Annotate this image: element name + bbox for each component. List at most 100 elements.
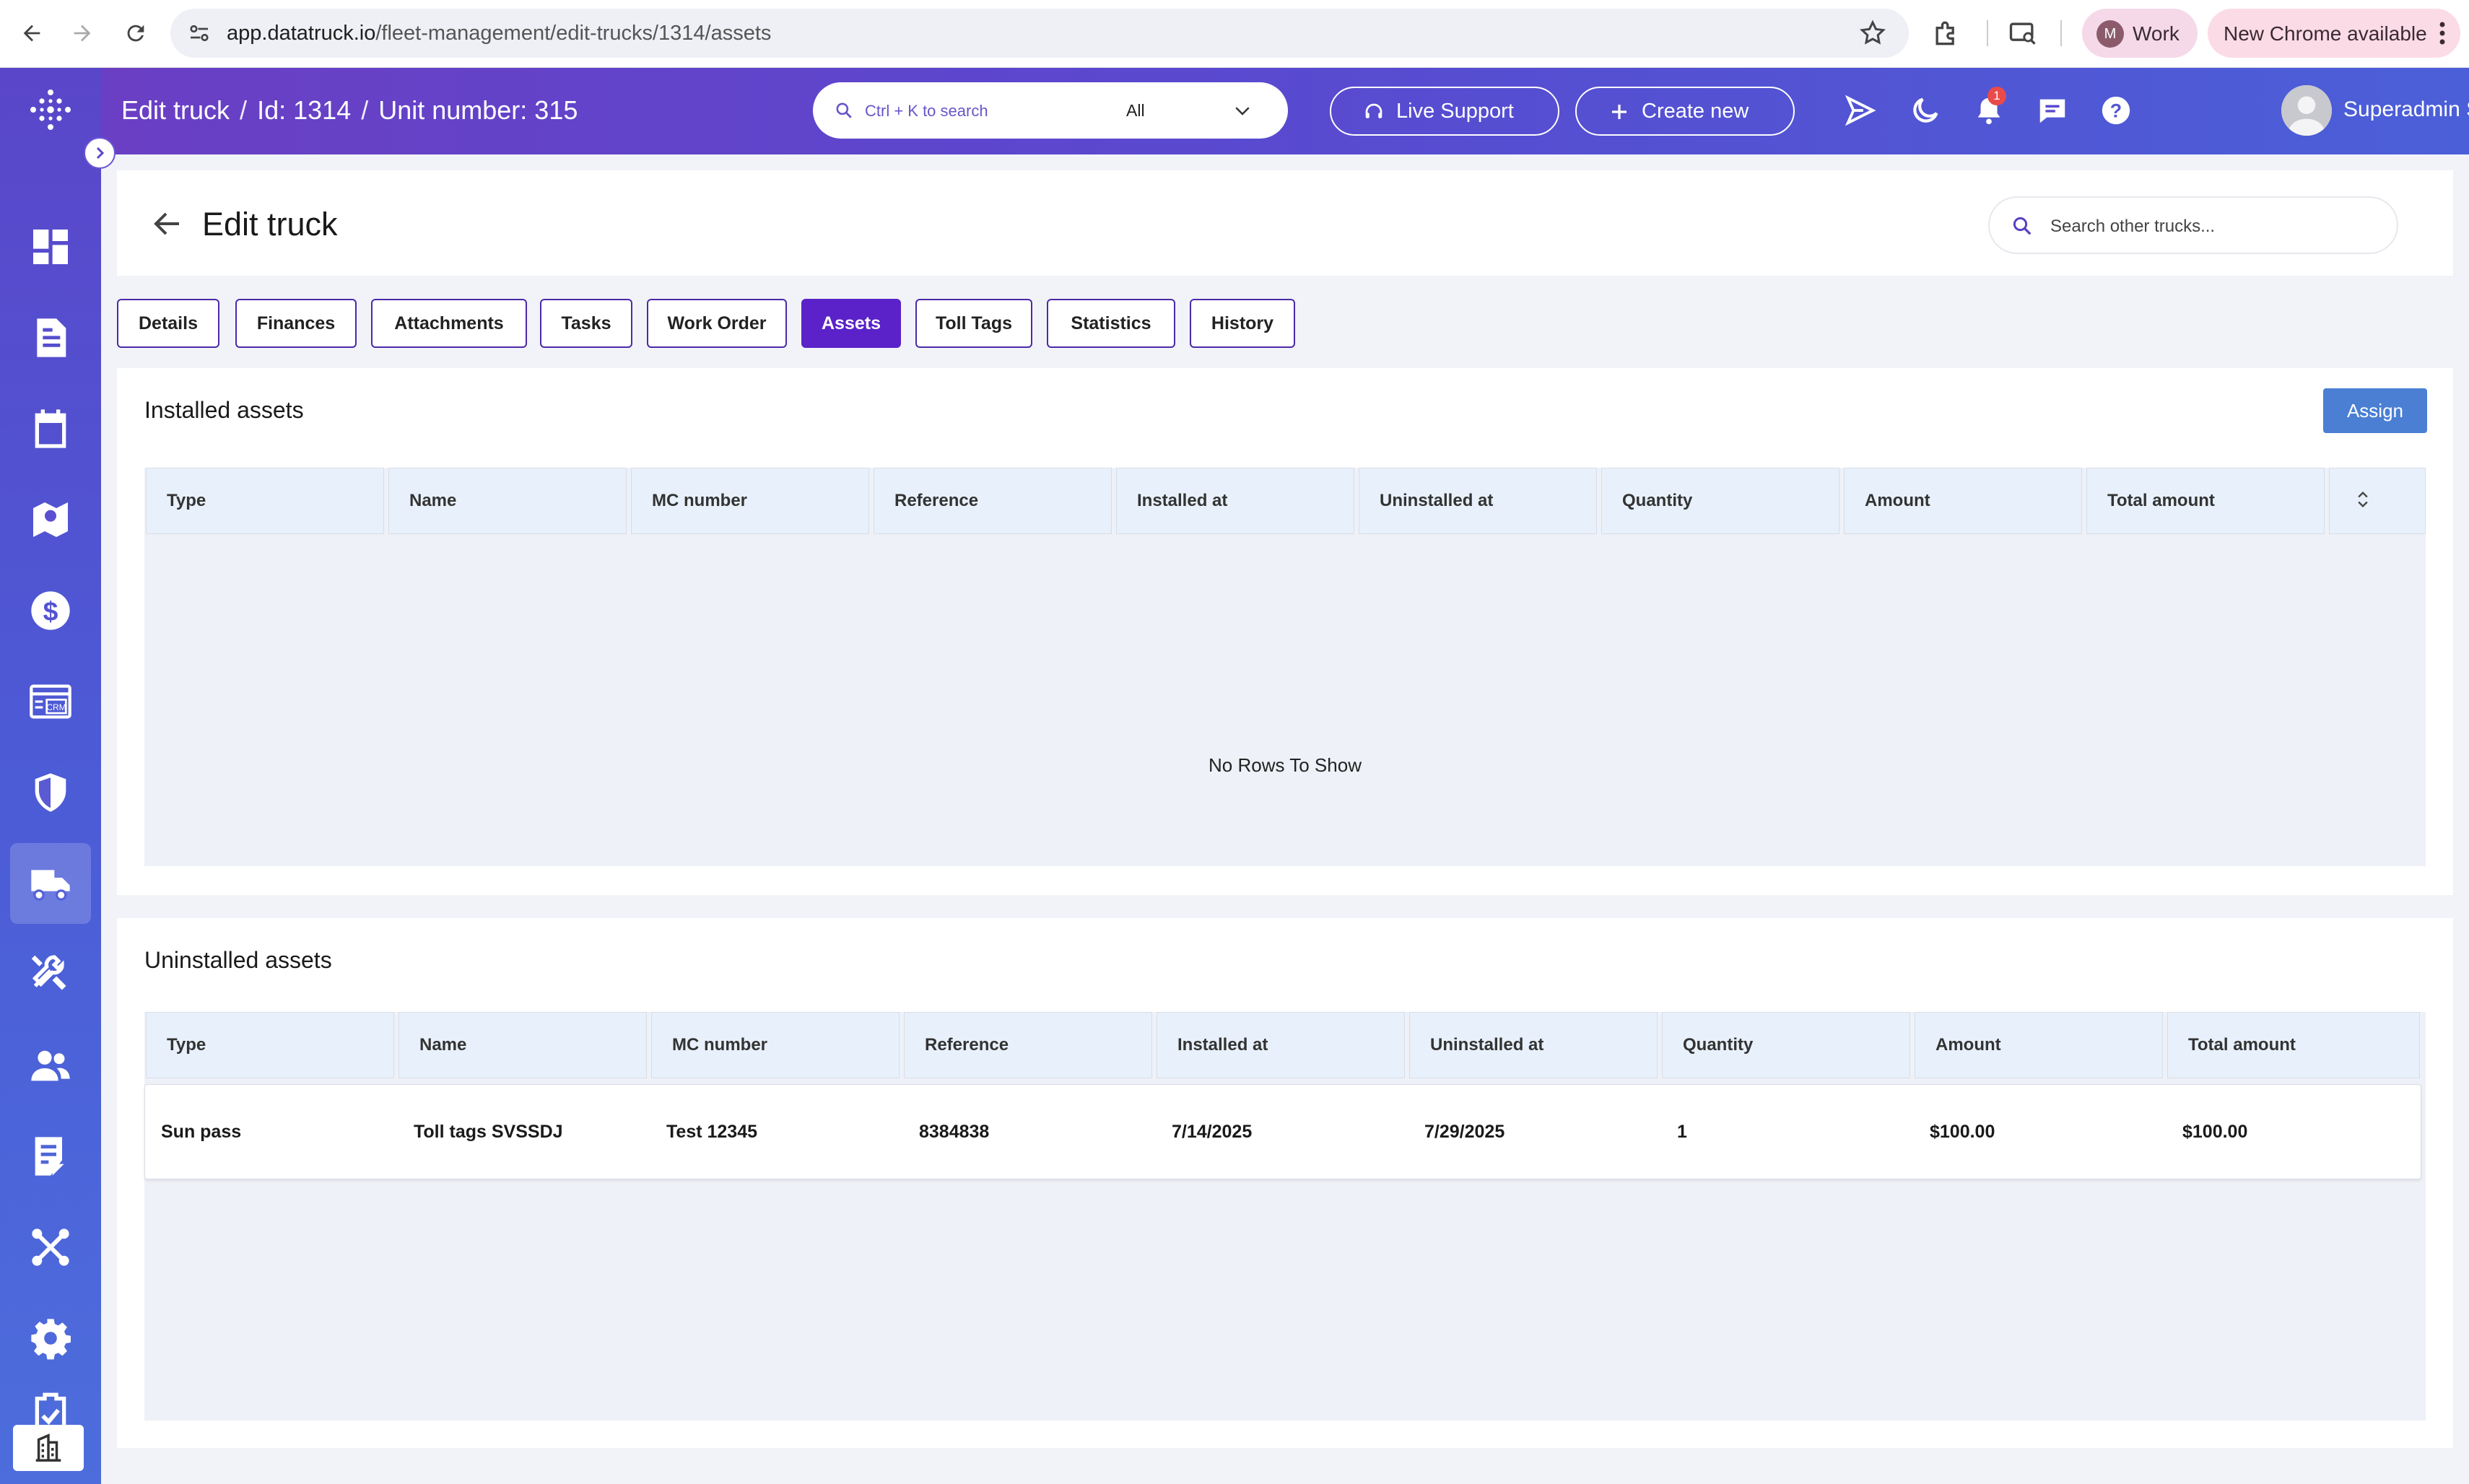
sidebar-item-crm[interactable]: CRM — [10, 661, 91, 742]
search-scope-select[interactable]: All — [1126, 100, 1145, 121]
column-header-mc-number[interactable]: MC number — [631, 468, 869, 534]
tab-toll-tags[interactable]: Toll Tags — [915, 299, 1032, 348]
sidebar-item-map[interactable] — [10, 479, 91, 560]
back-arrow-icon[interactable] — [150, 206, 185, 241]
browser-back-button[interactable] — [14, 16, 49, 51]
chat-icon[interactable] — [2036, 94, 2069, 127]
breadcrumb-separator: / — [361, 95, 369, 125]
cell-name: Toll tags SVSSDJ — [414, 1122, 563, 1142]
avatar[interactable] — [2281, 85, 2332, 136]
cell-installed-at: 7/14/2025 — [1172, 1122, 1253, 1142]
column-header-mc-number[interactable]: MC number — [651, 1012, 900, 1078]
browser-forward-button[interactable] — [65, 16, 100, 51]
shield-icon — [35, 773, 66, 812]
datatruck-logo-icon[interactable] — [27, 87, 74, 133]
bookmark-star-icon[interactable] — [1858, 19, 1887, 48]
cast-search-icon[interactable] — [2007, 17, 2039, 49]
sidebar-item-users[interactable] — [10, 1025, 91, 1106]
cell-uninstalled-at: 7/29/2025 — [1424, 1122, 1505, 1142]
moon-icon[interactable] — [1909, 94, 1942, 127]
truck-icon — [31, 870, 70, 901]
column-header-uninstalled-at[interactable]: Uninstalled at — [1359, 468, 1597, 534]
sidebar-expand-button[interactable] — [84, 137, 116, 169]
chevron-right-icon — [96, 147, 105, 160]
user-name[interactable]: Superadmin Super — [2343, 95, 2469, 124]
svg-text:CRM: CRM — [46, 702, 66, 712]
column-header-installed-at[interactable]: Installed at — [1157, 1012, 1405, 1078]
installed-assets-grid: Type Name MC number Reference Installed … — [144, 468, 2426, 866]
sidebar-item-settings[interactable] — [10, 1298, 91, 1379]
global-search[interactable]: Ctrl + K to search All — [813, 82, 1288, 139]
column-header-name[interactable]: Name — [388, 468, 627, 534]
profile-chip[interactable]: M Work — [2082, 9, 2198, 58]
tab-details[interactable]: Details — [117, 299, 219, 348]
search-input[interactable]: Ctrl + K to search — [865, 101, 988, 121]
breadcrumb-item: Id: 1314 — [257, 95, 352, 125]
column-header-uninstalled-at[interactable]: Uninstalled at — [1409, 1012, 1658, 1078]
breadcrumb-item[interactable]: Edit truck — [121, 95, 230, 125]
column-header-type[interactable]: Type — [146, 468, 384, 534]
arrow-left-icon — [23, 25, 40, 42]
truck-search-input[interactable]: Search other trucks... — [1988, 196, 2398, 254]
integrations-icon — [32, 1228, 69, 1266]
tab-work-order[interactable]: Work Order — [647, 299, 787, 348]
toolbar-divider — [2060, 20, 2062, 46]
extensions-icon[interactable] — [1930, 17, 1962, 49]
column-header-amount[interactable]: Amount — [1844, 468, 2082, 534]
column-header-reference[interactable]: Reference — [874, 468, 1112, 534]
column-header-name[interactable]: Name — [399, 1012, 647, 1078]
gear-icon — [31, 1319, 71, 1360]
column-header-total-amount[interactable]: Total amount — [2167, 1012, 2420, 1078]
sidebar-item-documents[interactable] — [10, 297, 91, 378]
toolbar-divider — [1987, 20, 1988, 46]
column-header-total-amount[interactable]: Total amount — [2086, 468, 2325, 534]
live-support-button[interactable]: Live Support — [1330, 87, 1559, 136]
help-icon[interactable]: ? — [2099, 94, 2133, 127]
column-header-type[interactable]: Type — [146, 1012, 394, 1078]
column-sort-cell[interactable] — [2329, 468, 2426, 534]
site-settings-icon[interactable] — [186, 20, 212, 46]
sidebar-item-fleet[interactable] — [10, 843, 91, 924]
tab-assets[interactable]: Assets — [801, 299, 901, 348]
crm-icon: CRM — [30, 684, 71, 719]
tab-attachments[interactable]: Attachments — [371, 299, 527, 348]
user-icon — [2281, 85, 2332, 136]
browser-toolbar: app.datatruck.io/fleet-management/edit-t… — [0, 0, 2469, 68]
url-text: app.datatruck.io/fleet-management/edit-t… — [227, 22, 772, 45]
browser-reload-button[interactable] — [118, 16, 153, 51]
calendar-icon — [35, 409, 66, 448]
document-icon — [37, 318, 66, 357]
column-header-amount[interactable]: Amount — [1915, 1012, 2163, 1078]
sidebar-item-finance[interactable]: $ — [10, 570, 91, 651]
send-icon[interactable] — [1844, 94, 1877, 127]
cell-amount: $100.00 — [1930, 1122, 1995, 1142]
sidebar-item-maintenance[interactable] — [10, 934, 91, 1015]
live-support-label: Live Support — [1396, 100, 1514, 123]
truck-search-placeholder: Search other trucks... — [2050, 217, 2216, 236]
address-bar[interactable]: app.datatruck.io/fleet-management/edit-t… — [170, 9, 1909, 58]
users-icon — [31, 1050, 70, 1081]
column-header-reference[interactable]: Reference — [904, 1012, 1152, 1078]
sidebar-item-calendar[interactable] — [10, 388, 91, 469]
svg-text:?: ? — [2110, 100, 2122, 122]
tab-finances[interactable]: Finances — [235, 299, 357, 348]
assign-button[interactable]: Assign — [2323, 388, 2427, 433]
sidebar-item-integrations[interactable] — [10, 1207, 91, 1288]
chrome-update-button[interactable]: New Chrome available — [2208, 9, 2460, 58]
tab-tasks[interactable]: Tasks — [540, 299, 632, 348]
table-row[interactable]: Sun pass Toll tags SVSSDJ Test 12345 838… — [144, 1084, 2421, 1179]
tab-statistics[interactable]: Statistics — [1047, 299, 1175, 348]
reload-icon — [127, 25, 144, 42]
search-icon — [836, 102, 852, 118]
plus-icon — [1612, 105, 1627, 119]
tab-history[interactable]: History — [1190, 299, 1295, 348]
sidebar-item-reports[interactable] — [10, 1116, 91, 1197]
create-new-button[interactable]: Create new — [1575, 87, 1795, 136]
sidebar-item-safety[interactable] — [10, 752, 91, 833]
column-header-quantity[interactable]: Quantity — [1662, 1012, 1910, 1078]
sidebar-company-button[interactable] — [13, 1425, 84, 1471]
column-header-quantity[interactable]: Quantity — [1601, 468, 1839, 534]
chevron-down-icon[interactable] — [1232, 100, 1253, 121]
sidebar-item-dashboard[interactable] — [10, 206, 91, 287]
column-header-installed-at[interactable]: Installed at — [1116, 468, 1354, 534]
